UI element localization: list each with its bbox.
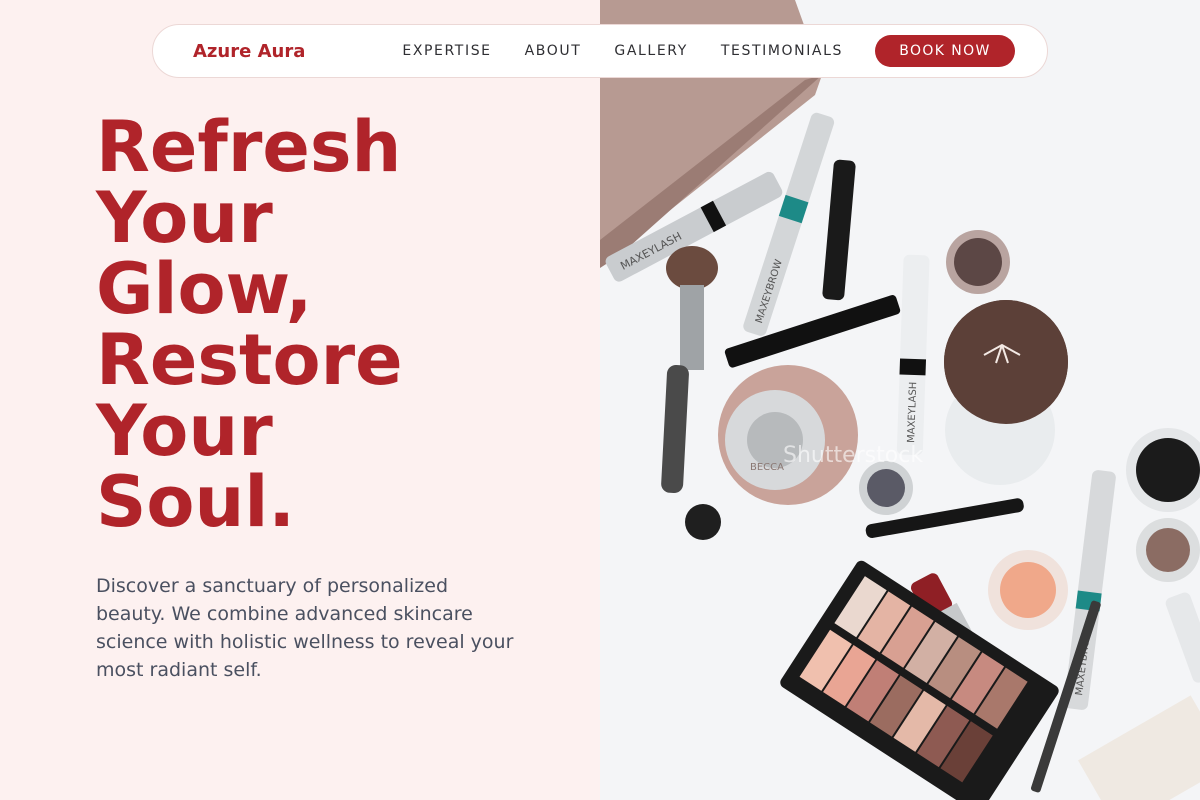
nav-link-expertise[interactable]: EXPERTISE — [402, 43, 491, 59]
book-now-button[interactable]: BOOK NOW — [875, 35, 1015, 67]
nav-link-about[interactable]: ABOUT — [525, 43, 582, 59]
headline-line: Your — [96, 390, 273, 472]
headline-line: Glow, — [96, 248, 313, 330]
hero-description: Discover a sanctuary of personalized bea… — [96, 575, 514, 681]
makeup-flatlay-illustration: MAXEYLASH MAXEYBROW BECCA MAXEYLASH MAXE… — [600, 0, 1200, 800]
nav-link-testimonials[interactable]: TESTIMONIALS — [721, 43, 843, 59]
top-navbar: Azure Aura EXPERTISE ABOUT GALLERY TESTI… — [152, 24, 1048, 78]
hero-image: MAXEYLASH MAXEYBROW BECCA MAXEYLASH MAXE… — [600, 0, 1200, 800]
hero-headline: Refresh Your Glow, Restore Your Soul. — [96, 112, 576, 538]
svg-text:Shutterstock: Shutterstock — [783, 443, 923, 468]
headline-line: Refresh — [96, 106, 402, 188]
headline-line: Restore — [96, 319, 403, 401]
brand-logo[interactable]: Azure Aura — [193, 41, 305, 62]
headline-line: Your — [96, 177, 273, 259]
svg-text:MAXEYLASH: MAXEYLASH — [906, 382, 919, 444]
svg-text:BECCA: BECCA — [750, 462, 784, 473]
nav-links: EXPERTISE ABOUT GALLERY TESTIMONIALS BOO… — [369, 35, 1015, 67]
headline-line: Soul. — [96, 461, 295, 543]
nav-link-gallery[interactable]: GALLERY — [614, 43, 687, 59]
